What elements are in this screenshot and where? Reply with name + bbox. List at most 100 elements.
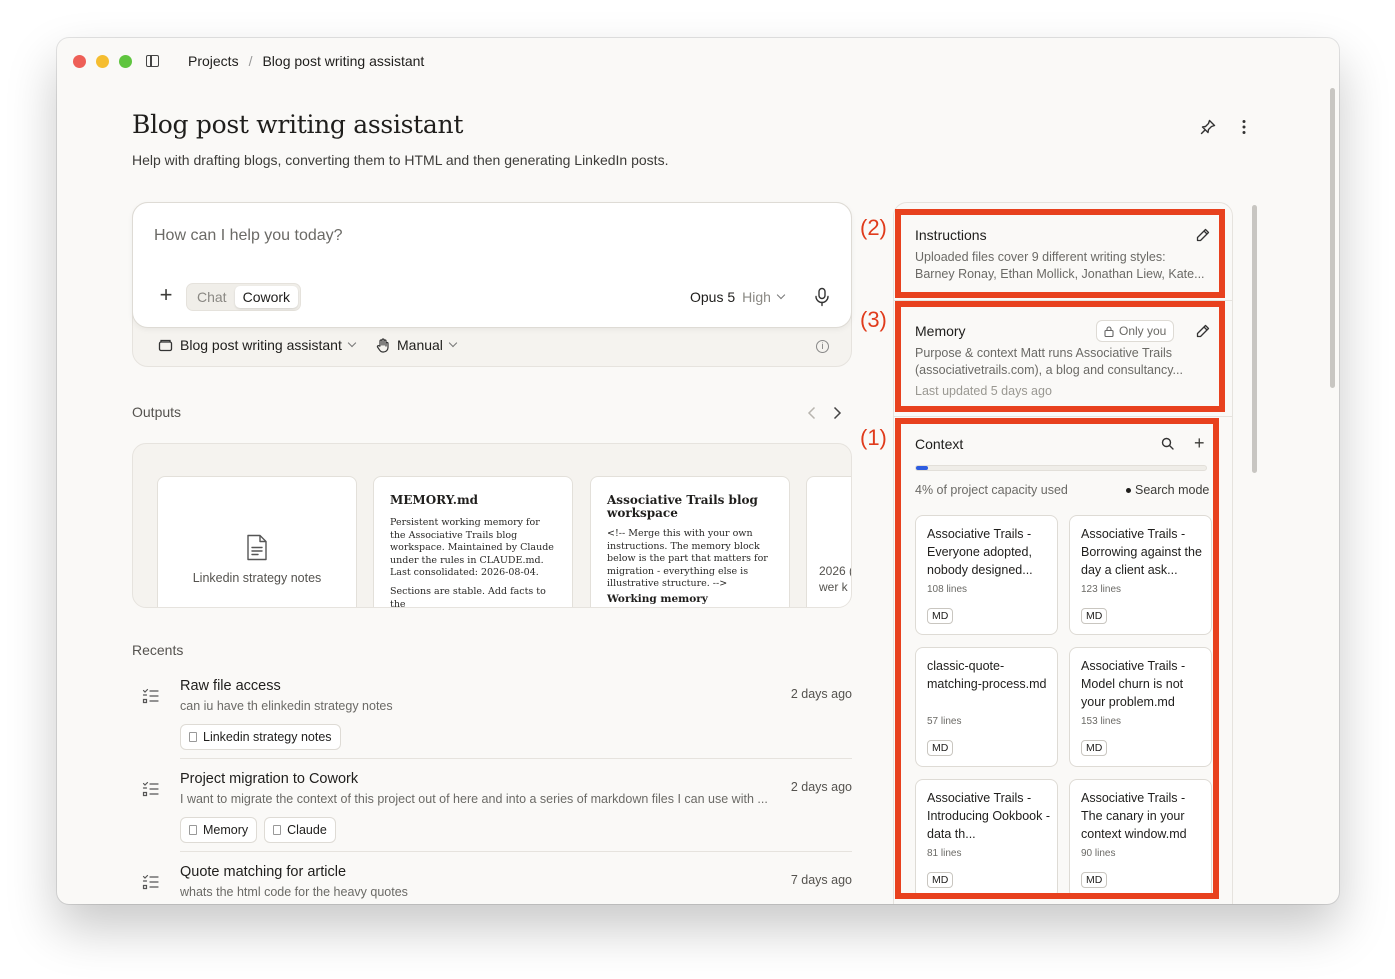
file-type-badge: MD: [927, 872, 954, 888]
recent-chat-attachments: Memory Claude: [180, 817, 336, 843]
output-card-body: Persistent working memory for the Associ…: [390, 517, 554, 579]
page-title: Blog post writing assistant: [132, 110, 464, 139]
context-title: Context: [915, 436, 964, 452]
file-type-badge: MD: [1081, 608, 1108, 624]
permission-selector[interactable]: Manual: [376, 337, 458, 353]
chevron-left-icon[interactable]: [806, 406, 818, 420]
context-file-card[interactable]: Associative Trails - Borrowing against t…: [1069, 515, 1212, 635]
capacity-bar: [915, 465, 1207, 471]
attachment-chip[interactable]: Linkedin strategy notes: [180, 724, 341, 750]
attachment-chip[interactable]: Claude: [264, 817, 336, 843]
context-file-lines: 90 lines: [1081, 848, 1116, 859]
info-icon[interactable]: i: [816, 340, 829, 353]
recent-chat-title: Raw file access: [180, 678, 281, 694]
hand-icon: [376, 337, 389, 353]
recent-chat-item[interactable]: Quote matching for article whats the htm…: [132, 864, 852, 904]
pin-icon[interactable]: [1198, 117, 1218, 137]
context-file-name: Associative Trails - Borrowing against t…: [1081, 527, 1202, 577]
outputs-heading: Outputs: [132, 404, 182, 420]
recent-chat-attachments: Linkedin strategy notes: [180, 724, 341, 750]
recent-chat-item[interactable]: Project migration to Cowork I want to mi…: [132, 771, 852, 851]
mode-cowork[interactable]: Cowork: [234, 286, 299, 308]
chevron-down-icon: [776, 290, 786, 300]
annotation-label-3: (3): [860, 307, 887, 332]
memory-updated: Last updated 5 days ago: [915, 384, 1052, 398]
mode-toggle[interactable]: Chat Cowork: [186, 283, 302, 311]
context-file-card[interactable]: classic-quote-matching-process.md 57 lin…: [915, 647, 1058, 767]
panel-scrollbar[interactable]: [1252, 205, 1257, 473]
attachment-chip[interactable]: Memory: [180, 817, 258, 843]
file-type-badge: MD: [927, 608, 954, 624]
instructions-text: Barney Ronay, Ethan Mollick, Jonathan Li…: [915, 267, 1205, 281]
capacity-text: 4% of project capacity used: [915, 483, 1068, 497]
divider: [894, 416, 1232, 417]
edit-icon[interactable]: [1196, 324, 1210, 338]
recent-chat-time: 2 days ago: [790, 780, 852, 794]
file-icon: [189, 825, 197, 835]
plus-icon[interactable]: +: [156, 284, 176, 306]
context-file-card[interactable]: Associative Trails - The canary in your …: [1069, 779, 1212, 899]
search-icon[interactable]: [1161, 437, 1174, 450]
project-selector[interactable]: Blog post writing assistant: [158, 337, 357, 353]
edit-icon[interactable]: [1196, 228, 1210, 242]
prompt-input[interactable]: How can I help you today?: [154, 227, 343, 245]
chat-list-icon: [142, 874, 159, 890]
composer[interactable]: How can I help you today? + Chat Cowork …: [132, 202, 852, 328]
outputs-carousel: Linkedin strategy notes MEMORY.md Persis…: [132, 443, 852, 608]
output-card-title: MEMORY.md: [390, 493, 479, 507]
output-card-partial-text: 2026 ( wer k: [819, 563, 851, 595]
context-file-card[interactable]: Associative Trails - Introducing Ookbook…: [915, 779, 1058, 899]
recents-heading: Recents: [132, 642, 184, 658]
divider: [894, 300, 1232, 301]
search-mode-label: Search mode: [1135, 483, 1210, 497]
instructions-title: Instructions: [915, 227, 987, 243]
output-card-subtitle: Working memory: [607, 592, 708, 605]
chevron-down-icon: [347, 338, 357, 348]
instructions-text: Uploaded files cover 9 different writing…: [915, 250, 1166, 264]
memory-title: Memory: [915, 323, 966, 339]
capacity-bar-fill: [916, 466, 928, 470]
lock-icon: [1104, 325, 1114, 337]
context-file-lines: 108 lines: [927, 584, 968, 595]
plus-icon[interactable]: +: [1194, 434, 1205, 452]
context-file-lines: 57 lines: [927, 716, 962, 727]
breadcrumb-projects[interactable]: Projects: [188, 53, 239, 69]
context-file-card[interactable]: Associative Trails - Model churn is not …: [1069, 647, 1212, 767]
model-name: Opus 5: [690, 289, 736, 305]
file-icon: [247, 534, 267, 561]
output-card[interactable]: MEMORY.md Persistent working memory for …: [373, 476, 573, 607]
file-icon: [189, 732, 197, 742]
more-icon[interactable]: [1234, 117, 1254, 137]
mode-chat[interactable]: Chat: [189, 286, 235, 308]
mic-icon[interactable]: [813, 287, 831, 307]
output-card[interactable]: 2026 ( wer k: [806, 476, 851, 607]
close-window-button[interactable]: [73, 55, 86, 68]
recent-chat-time: 2 days ago: [790, 687, 852, 701]
chevron-right-icon[interactable]: [831, 406, 843, 420]
recent-chat-preview: whats the html code for the heavy quotes: [180, 885, 408, 899]
chat-list-icon: [142, 781, 159, 797]
window-scrollbar[interactable]: [1330, 88, 1335, 388]
output-card[interactable]: Linkedin strategy notes: [157, 476, 357, 607]
search-mode-indicator[interactable]: Search mode: [1126, 483, 1209, 497]
output-card-label: Linkedin strategy notes: [192, 571, 322, 585]
output-card-title: Associative Trails blog workspace: [607, 493, 758, 520]
status-dot-icon: [1126, 487, 1131, 493]
project-name: Blog post writing assistant: [180, 337, 342, 353]
breadcrumb-separator: /: [248, 53, 253, 69]
context-file-card[interactable]: Associative Trails - Everyone adopted, n…: [915, 515, 1058, 635]
output-card[interactable]: Associative Trails blog workspace <!-- M…: [590, 476, 790, 607]
recent-chat-title: Quote matching for article: [180, 864, 347, 880]
context-file-name: classic-quote-matching-process.md: [927, 659, 1047, 691]
context-file-lines: 153 lines: [1081, 716, 1122, 727]
project-icon: [158, 339, 173, 352]
model-selector[interactable]: Opus 5 High: [690, 289, 786, 305]
zoom-window-button[interactable]: [119, 55, 132, 68]
memory-text: (associativetrails.com), a blog and cons…: [915, 363, 1183, 377]
memory-text: Purpose & context Matt runs Associative …: [915, 346, 1173, 360]
minimize-window-button[interactable]: [96, 55, 109, 68]
memory-visibility-label: Only you: [1119, 324, 1167, 338]
recent-chat-item[interactable]: Raw file access can iu have th elinkedin…: [132, 678, 852, 758]
sidebar-icon[interactable]: [146, 55, 159, 67]
memory-visibility-badge[interactable]: Only you: [1096, 320, 1175, 342]
